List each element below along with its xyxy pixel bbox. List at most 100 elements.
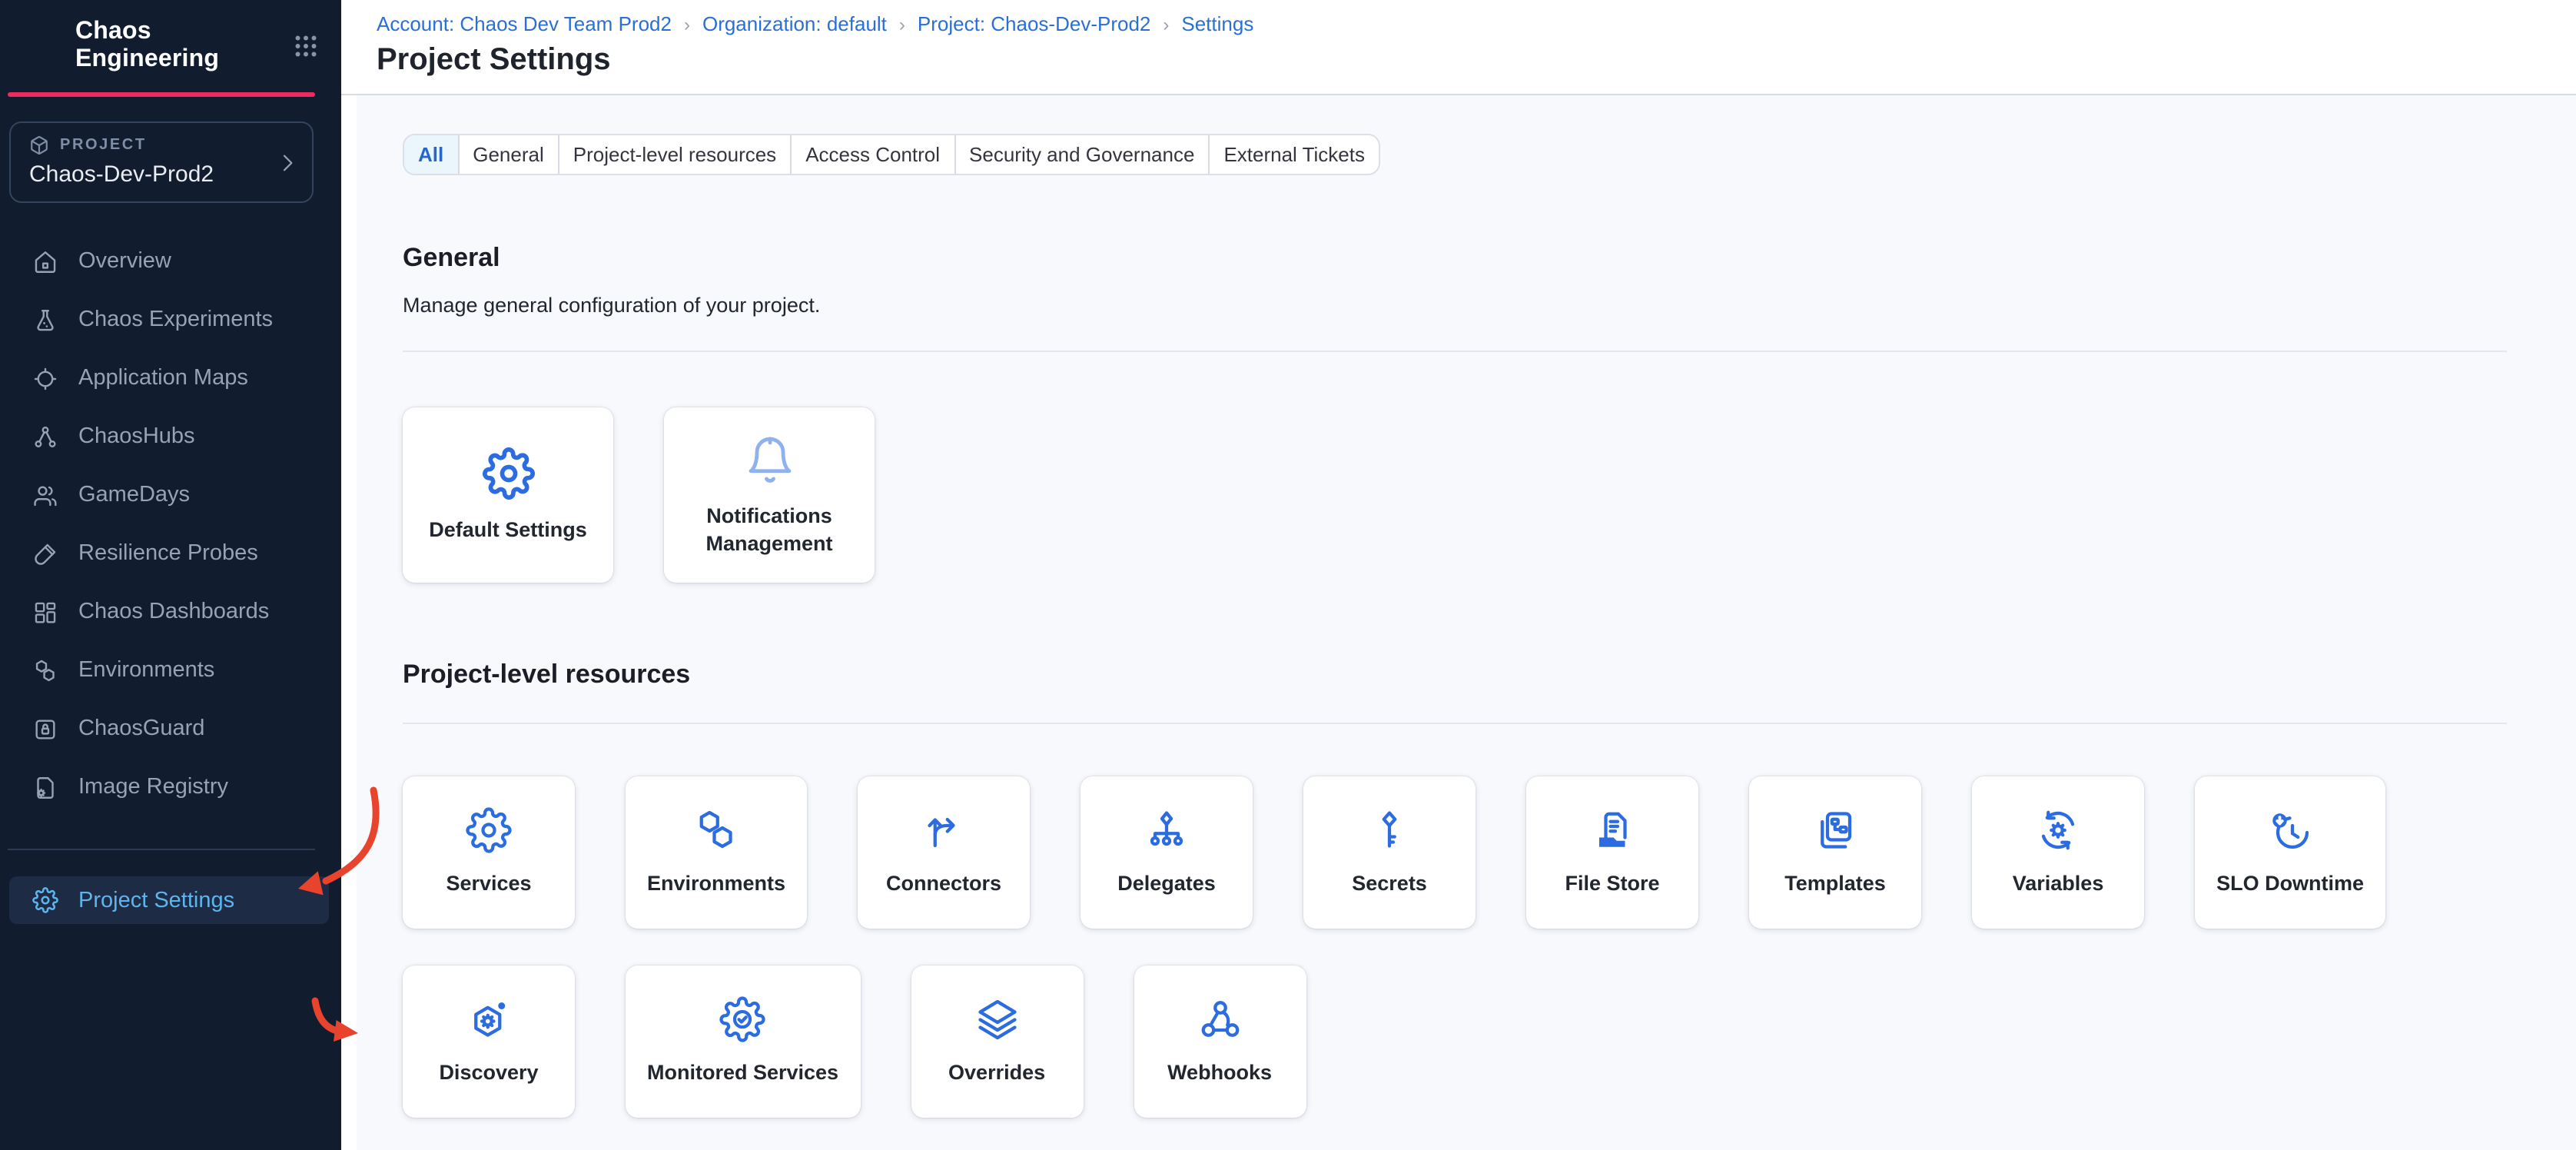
card-slo-downtime[interactable]: SLO Downtime <box>2195 776 2385 929</box>
key-icon <box>1366 807 1412 853</box>
accent-divider <box>8 92 315 97</box>
chaos-engineering-logo-icon <box>20 25 61 67</box>
tab-access-control[interactable]: Access Control <box>792 135 955 174</box>
home-icon <box>32 248 58 274</box>
card-templates[interactable]: Templates <box>1749 776 1921 929</box>
breadcrumb-separator: › <box>1163 13 1169 35</box>
card-label: Overrides <box>948 1059 1045 1087</box>
gear-sync-icon <box>2035 807 2081 853</box>
general-cards: Default Settings Notifications Managemen… <box>403 407 2576 583</box>
file-store-icon <box>1589 807 1635 853</box>
sidebar-item-project-settings[interactable]: Project Settings <box>9 876 329 924</box>
sidebar-item-application-maps[interactable]: Application Maps <box>0 349 341 407</box>
sidebar-item-label: Project Settings <box>78 888 234 912</box>
settings-filter-tabs: All General Project-level resources Acce… <box>403 134 1380 175</box>
sidebar-item-gamedays[interactable]: GameDays <box>0 466 341 524</box>
layers-icon <box>974 996 1020 1042</box>
card-monitored-services[interactable]: Monitored Services <box>626 966 860 1118</box>
lock-shield-icon <box>32 716 58 742</box>
sidebar-item-overview[interactable]: Overview <box>0 232 341 291</box>
file-gear-icon <box>32 774 58 800</box>
network-nodes-icon <box>32 424 58 450</box>
sidebar-item-image-registry[interactable]: Image Registry <box>0 758 341 816</box>
page-title: Project Settings <box>377 43 2576 78</box>
card-label: Secrets <box>1352 870 1427 898</box>
sidebar-item-chaosguard[interactable]: ChaosGuard <box>0 700 341 758</box>
project-name: Chaos-Dev-Prod2 <box>29 161 272 188</box>
app-switcher-grid-icon[interactable] <box>292 32 320 60</box>
sidebar-item-chaos-experiments[interactable]: Chaos Experiments <box>0 291 341 349</box>
sidebar-item-label: Overview <box>78 249 171 274</box>
tab-all[interactable]: All <box>404 135 459 174</box>
breadcrumb-organization-link[interactable]: Organization: default <box>702 12 887 35</box>
sidebar-item-resilience-probes[interactable]: Resilience Probes <box>0 524 341 583</box>
cube-icon <box>29 135 49 155</box>
card-environments[interactable]: Environments <box>626 776 807 929</box>
split-arrows-icon <box>921 807 967 853</box>
card-default-settings[interactable]: Default Settings <box>403 407 613 583</box>
tab-external-tickets[interactable]: External Tickets <box>1210 135 1379 174</box>
card-delegates[interactable]: Delegates <box>1081 776 1253 929</box>
breadcrumb-separator: › <box>684 13 690 35</box>
card-label: Delegates <box>1117 870 1216 898</box>
templates-icon <box>1812 807 1858 853</box>
card-webhooks[interactable]: Webhooks <box>1134 966 1306 1118</box>
bell-icon <box>743 433 795 485</box>
card-overrides[interactable]: Overrides <box>911 966 1083 1118</box>
app-title: Chaos Engineering <box>75 18 278 74</box>
sidebar-item-label: Chaos Dashboards <box>78 600 269 624</box>
gear-icon <box>482 447 534 499</box>
card-label: Environments <box>647 870 785 898</box>
breadcrumb: Account: Chaos Dev Team Prod2 › Organiza… <box>377 12 2576 35</box>
card-connectors[interactable]: Connectors <box>858 776 1030 929</box>
card-label: Webhooks <box>1167 1059 1272 1087</box>
project-resources-section-heading: Project-level resources <box>403 660 2576 690</box>
flask-icon <box>32 307 58 333</box>
hierarchy-icon <box>1144 807 1190 853</box>
tab-project-level-resources[interactable]: Project-level resources <box>559 135 792 174</box>
gear-icon <box>32 887 58 913</box>
hexagons-icon <box>693 807 739 853</box>
card-variables[interactable]: Variables <box>1972 776 2144 929</box>
project-label: PROJECT <box>60 137 147 154</box>
sidebar-item-chaos-dashboards[interactable]: Chaos Dashboards <box>0 583 341 641</box>
card-label: Variables <box>2013 870 2104 898</box>
card-label: Notifications Management <box>682 502 856 557</box>
general-section-heading: General <box>403 243 2576 274</box>
sidebar-item-chaoshubs[interactable]: ChaosHubs <box>0 407 341 466</box>
clock-badge-icon <box>2267 807 2313 853</box>
sidebar-header: Chaos Engineering <box>0 0 341 92</box>
tab-general[interactable]: General <box>459 135 559 174</box>
breadcrumb-separator: › <box>899 13 905 35</box>
card-secrets[interactable]: Secrets <box>1303 776 1476 929</box>
card-label: Connectors <box>886 870 1001 898</box>
card-label: SLO Downtime <box>2216 870 2364 898</box>
sidebar-item-environments[interactable]: Environments <box>0 641 341 700</box>
card-file-store[interactable]: File Store <box>1526 776 1698 929</box>
breadcrumb-account-link[interactable]: Account: Chaos Dev Team Prod2 <box>377 12 672 35</box>
project-selector-label-row: PROJECT <box>29 135 272 155</box>
chevron-right-icon <box>275 150 300 174</box>
sidebar-item-label: Application Maps <box>78 366 248 391</box>
sidebar-nav: Overview Chaos Experiments Application M… <box>0 232 341 816</box>
chaos-engineering-app: Chaos Engineering PROJECT Chaos-Dev-Prod… <box>0 0 2576 1150</box>
breadcrumb-project-link[interactable]: Project: Chaos-Dev-Prod2 <box>918 12 1150 35</box>
sidebar-item-label: ChaosGuard <box>78 716 204 741</box>
hexagon-gear-icon <box>466 996 512 1042</box>
crosshair-icon <box>32 365 58 391</box>
card-services[interactable]: Services <box>403 776 575 929</box>
card-label: Templates <box>1784 870 1886 898</box>
sidebar-divider <box>8 849 315 850</box>
project-selector[interactable]: PROJECT Chaos-Dev-Prod2 <box>9 121 314 203</box>
general-section-description: Manage general configuration of your pro… <box>403 294 2576 317</box>
project-resources-cards-row2: Discovery Monitored Services Overrides W… <box>403 966 2576 1118</box>
breadcrumb-settings-link[interactable]: Settings <box>1181 12 1253 35</box>
card-label: File Store <box>1565 870 1660 898</box>
hexagons-icon <box>32 657 58 683</box>
sidebar-item-label: ChaosHubs <box>78 424 195 449</box>
card-discovery[interactable]: Discovery <box>403 966 575 1118</box>
dashboard-grid-icon <box>32 599 58 625</box>
page-header: Account: Chaos Dev Team Prod2 › Organiza… <box>341 0 2576 95</box>
card-notifications-management[interactable]: Notifications Management <box>664 407 875 583</box>
tab-security-and-governance[interactable]: Security and Governance <box>955 135 1210 174</box>
